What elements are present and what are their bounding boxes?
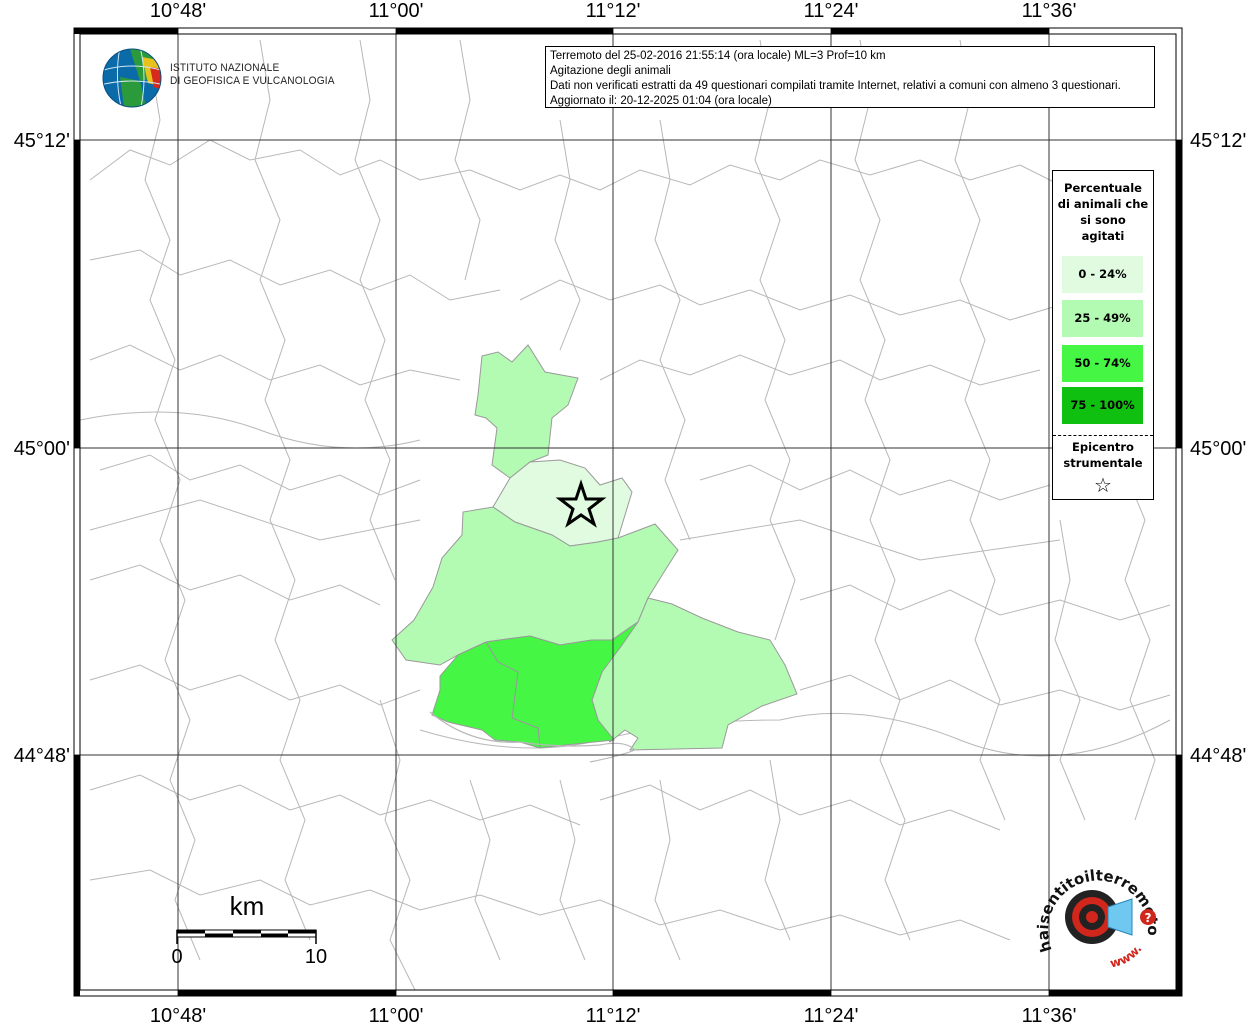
bottom-tick-label: 11°24' [804,1005,859,1024]
top-tick-label: 11°00' [369,0,424,22]
left-tick-label: 45°00' [14,438,70,460]
map-subject: Agitazione degli animali [550,65,671,77]
legend-item-0-24: 0 - 24% [1062,256,1143,293]
scale-end-label: 10 [305,946,327,968]
svg-text:www.: www. [1109,942,1145,971]
legend-star-icon: ☆ [1094,473,1112,497]
update-time: Aggiornato il: 20-12-2025 01:04 (ora loc… [550,95,772,107]
bottom-tick-label: 11°36' [1022,1005,1077,1024]
right-tick-label: 45°00' [1190,438,1246,460]
event-info-box: Terremoto del 25-02-2016 21:55:14 (ora l… [545,46,1155,108]
legend-item-75-100: 75 - 100% [1062,387,1143,424]
legend: Percentuale di animali che si sono agita… [1052,170,1154,500]
right-tick-label: 45°12' [1190,130,1246,152]
hai-sentito-logo: haisentitoilterremoto.it www. ? [1030,855,1162,971]
bottom-tick-label: 10°48' [150,1005,206,1024]
right-tick-label: 44°48' [1190,745,1246,767]
legend-title: Percentuale di animali che si sono agita… [1057,181,1149,243]
hai-logo-question: ? [1145,911,1152,925]
scale-start-label: 0 [171,946,182,968]
legend-epicenter-label: Epicentro strumentale [1063,440,1143,470]
legend-separator [1053,435,1153,436]
legend-item-25-49: 25 - 49% [1062,300,1143,337]
top-tick-label: 10°48' [150,0,206,22]
event-title: Terremoto del 25-02-2016 21:55:14 (ora l… [550,50,886,62]
bottom-tick-label: 11°00' [369,1005,424,1024]
legend-item-50-74: 50 - 74% [1062,345,1143,382]
map-background [74,28,1182,996]
scale-unit-label: km [230,891,265,921]
data-note: Dati non verificati estratti da 49 quest… [550,80,1121,92]
bottom-tick-label: 11°12' [586,1005,641,1024]
ingv-name-line2: DI GEOFISICA E VULCANOLOGIA [170,75,335,87]
top-tick-label: 11°36' [1022,0,1077,22]
ingv-name: ISTITUTO NAZIONALE DI GEOFISICA E VULCAN… [170,62,335,88]
hai-logo-url: www. [1109,942,1145,971]
top-tick-label: 11°24' [804,0,859,22]
left-tick-label: 44°48' [14,745,70,767]
ingv-name-line1: ISTITUTO NAZIONALE [170,62,280,74]
top-tick-label: 11°12' [586,0,641,22]
left-tick-label: 45°12' [14,130,70,152]
